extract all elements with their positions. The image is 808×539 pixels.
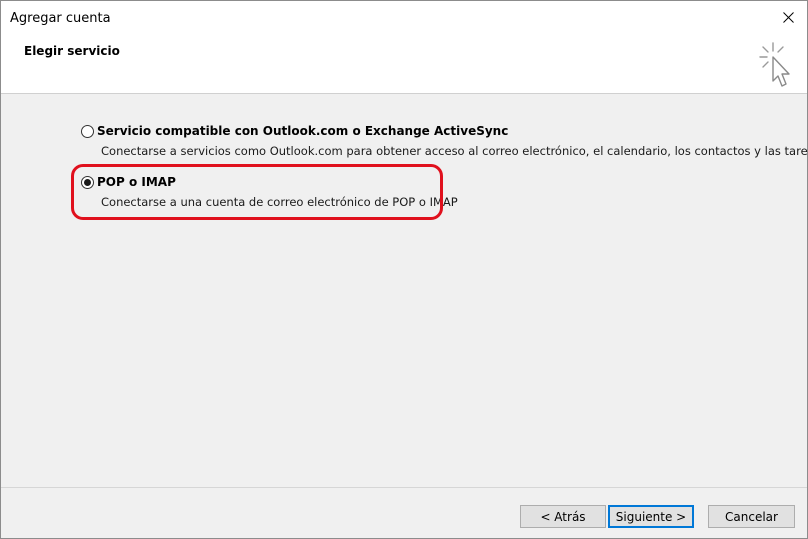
- option-description: Conectarse a una cuenta de correo electr…: [101, 195, 458, 209]
- wizard-cursor-icon: [759, 42, 790, 87]
- option-pop-imap[interactable]: POP o IMAP Conectarse a una cuenta de co…: [81, 174, 458, 209]
- close-button[interactable]: [775, 5, 801, 29]
- option-label[interactable]: POP o IMAP: [97, 175, 176, 189]
- radio-outlook-exchange[interactable]: [81, 124, 94, 138]
- radio-pop-imap[interactable]: [81, 175, 94, 189]
- add-account-dialog: Agregar cuenta Elegir servicio Servicio …: [0, 0, 808, 539]
- back-button[interactable]: < Atrás: [520, 505, 606, 528]
- option-description: Conectarse a servicios como Outlook.com …: [101, 144, 808, 158]
- page-title: Elegir servicio: [24, 44, 120, 58]
- option-label[interactable]: Servicio compatible con Outlook.com o Ex…: [97, 124, 508, 138]
- footer-divider: [1, 487, 807, 488]
- highlight-annotation: [71, 164, 443, 220]
- window-title: Agregar cuenta: [10, 11, 111, 26]
- title-bar[interactable]: Agregar cuenta: [1, 1, 807, 35]
- next-button[interactable]: Siguiente >: [608, 505, 694, 528]
- close-icon: [782, 11, 794, 23]
- cancel-button[interactable]: Cancelar: [708, 505, 795, 528]
- option-outlook-exchange[interactable]: Servicio compatible con Outlook.com o Ex…: [81, 123, 808, 158]
- wizard-header: Elegir servicio: [1, 35, 807, 94]
